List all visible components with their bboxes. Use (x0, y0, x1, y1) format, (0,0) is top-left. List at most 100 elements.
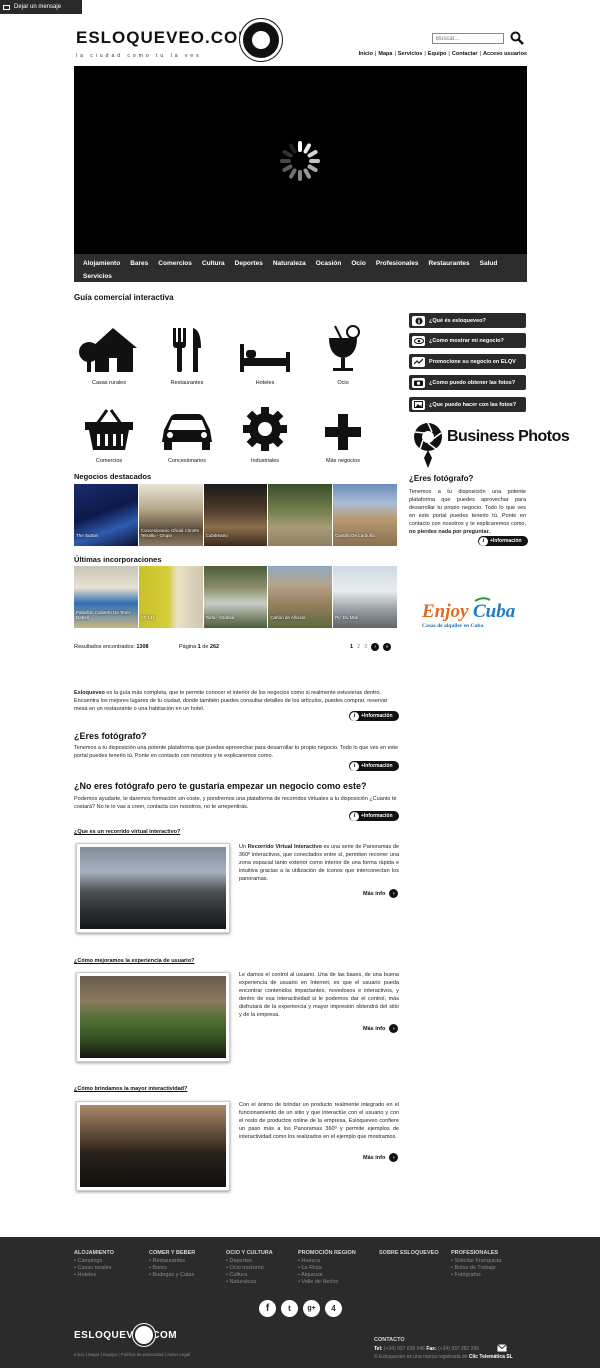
featured-item[interactable]: Castillo De Larbuña (333, 484, 397, 546)
footer-link[interactable]: • Cultura (226, 1272, 273, 1279)
feature-image[interactable] (76, 843, 230, 933)
sidebar-btn-mostrar-negocio[interactable]: ¿Como mostrar mi negocio? (409, 333, 526, 348)
photographer-text: Tenemos a tu disposición una potente pla… (74, 745, 399, 759)
footer-link[interactable]: • Deportes (226, 1258, 273, 1265)
latest-item[interactable]: Torla - Ordesa (203, 566, 268, 628)
feature-title[interactable]: ¿Cómo brindamos la mayor interactividad? (74, 1086, 187, 1092)
more-info-link[interactable]: Más info › (363, 1153, 399, 1162)
mail-icon[interactable] (497, 1344, 507, 1352)
latest-item[interactable]: Cañón de Añisclo (268, 566, 333, 628)
footer-link[interactable]: • Huesca (298, 1258, 356, 1265)
gear-icon (243, 407, 287, 451)
leave-message-tab[interactable]: Dejar un mensaje (0, 0, 82, 14)
cat-deportes[interactable]: Deportes (230, 257, 268, 270)
enjoy-cuba-banner[interactable]: Enjoy Cuba Casas de alquiler en Cuba (420, 595, 516, 635)
feature-title[interactable]: ¿Cómo mejoramos la experiencia de usuari… (74, 958, 194, 964)
guide-item-ocio[interactable]: Ocio (308, 318, 378, 386)
featured-item[interactable]: Concesionario Oficial Citroën Terrallo -… (138, 484, 203, 546)
guide-item-comercios[interactable]: Comercios (74, 396, 144, 464)
sidebar-btn-promocione[interactable]: Promocione su negocio en ELQV (409, 354, 526, 369)
page-1[interactable]: 1 (350, 644, 353, 650)
sidebar-btn-hacer-fotos[interactable]: ¿Que puedo hacer con las fotos? (409, 397, 526, 412)
more-info-link[interactable]: Más info › (363, 889, 399, 898)
sidebar-info-button[interactable]: i +Información (478, 536, 528, 546)
footer-link[interactable]: • Solicitar Franquicia (451, 1258, 501, 1265)
cat-comercios[interactable]: Comercios (153, 257, 197, 270)
footer-links[interactable]: Inicio | Mapa | Equipo | Política de pri… (74, 1352, 190, 1357)
latest-item[interactable]: Pic Du Midi (333, 566, 397, 628)
guide-item-restaurantes[interactable]: Restaurantes (152, 318, 222, 386)
nav-mapa[interactable]: Mapa (378, 51, 392, 57)
footer-link[interactable]: • Naturaleza (226, 1279, 273, 1286)
featured-item[interactable]: Cubitreatro (203, 484, 268, 546)
footer-link[interactable]: • Ocio nocturno (226, 1265, 273, 1272)
not-photographer-text: Podemos ayudarte, te daremos formación s… (74, 796, 397, 810)
cat-restaurantes[interactable]: Restaurantes (423, 257, 474, 270)
cat-profesionales[interactable]: Profesionales (371, 257, 424, 270)
feature-image[interactable] (76, 972, 230, 1062)
footer-link[interactable]: • Valle de Hecho (298, 1279, 356, 1286)
google-plus-icon[interactable]: g+ (303, 1300, 320, 1317)
footer-link[interactable]: • Restaurantes (149, 1258, 195, 1265)
feature-title[interactable]: ¿Que es un recorrido virtual interactivo… (74, 829, 180, 835)
next-page-icon[interactable]: › (371, 643, 380, 651)
featured-title: Negocios destacados (74, 472, 152, 481)
guide-item-casas-rurales[interactable]: Casas rurales (74, 318, 144, 386)
latest-item[interactable]: AT 141 (138, 566, 203, 628)
cat-bares[interactable]: Bares (125, 257, 153, 270)
guide-label: Comercios (95, 458, 123, 464)
eye-icon (412, 335, 425, 346)
nav-servicios[interactable]: Servicios (398, 51, 422, 57)
not-photographer-info-button[interactable]: i +Información (349, 811, 399, 821)
guide-item-mas-negocios[interactable]: Más negocios (308, 396, 378, 464)
footer-link[interactable]: • Bares (149, 1265, 195, 1272)
cutlery-icon (173, 328, 201, 372)
foursquare-icon[interactable]: 4 (325, 1300, 342, 1317)
cat-salud[interactable]: Salud (475, 257, 503, 270)
contact-title: CONTACTO (374, 1337, 405, 1343)
page-2[interactable]: 2 (357, 644, 360, 650)
sidebar-btn-que-es[interactable]: ¿Qué és esloqueveo? (409, 313, 526, 328)
footer-link[interactable]: • Hoteles (74, 1272, 114, 1279)
guide-item-hoteles[interactable]: Hoteles (230, 318, 300, 386)
guide-label: Más negocios (326, 458, 360, 464)
footer-link[interactable]: • Fotógrafos (451, 1272, 501, 1279)
twitter-icon[interactable]: t (281, 1300, 298, 1317)
cat-alojamiento[interactable]: Alojamiento (78, 257, 125, 270)
cat-cultura[interactable]: Cultura (197, 257, 230, 270)
cat-ocio[interactable]: Ocio (346, 257, 370, 270)
nav-equipo[interactable]: Equipo (428, 51, 447, 57)
info-icon: i (479, 536, 488, 546)
guide-item-industriales[interactable]: Industriales (230, 396, 300, 464)
page-3[interactable]: 3 (364, 644, 367, 650)
latest-item[interactable]: Pabellón Cubierto De Tenis Dabell (74, 566, 138, 628)
last-page-icon[interactable]: » (383, 643, 392, 651)
guide-item-concesionarios[interactable]: Concesionarios (152, 396, 222, 464)
cat-servicios[interactable]: Servicios (78, 270, 117, 283)
info-icon (412, 315, 425, 326)
nav-contactar[interactable]: Contactar (452, 51, 478, 57)
photographer-info-button[interactable]: i +Información (349, 761, 399, 771)
footer-logo[interactable]: ESLOQUEVEO.COM (74, 1330, 177, 1341)
nav-acceso-usuarios[interactable]: Acceso usuarios (483, 51, 527, 57)
featured-item[interactable] (268, 484, 333, 546)
footer-link[interactable]: • La Rioja (298, 1265, 356, 1272)
footer-col: Profesionales • Solicitar Franquicia • B… (451, 1250, 502, 1279)
cat-naturaleza[interactable]: Naturaleza (268, 257, 311, 270)
intro-info-button[interactable]: i +Información (349, 711, 399, 721)
more-info-link[interactable]: Más info › (363, 1024, 399, 1033)
footer-link[interactable]: • Campings (74, 1258, 114, 1265)
site-logo[interactable]: ESLOQUEVEO.COM la ciudad como tu la ves (76, 29, 253, 64)
facebook-icon[interactable]: f (259, 1300, 276, 1317)
nav-inicio[interactable]: Inicio (359, 51, 373, 57)
cat-ocasion[interactable]: Ocasión (311, 257, 347, 270)
search-input[interactable] (432, 33, 504, 44)
footer-link[interactable]: • Bodegas y Catas (149, 1272, 195, 1279)
search-icon[interactable] (510, 31, 524, 45)
footer-link[interactable]: • Alquezar (298, 1272, 356, 1279)
footer-link[interactable]: • Casas rurales (74, 1265, 114, 1272)
footer-link[interactable]: • Bolsa de Trabajo (451, 1265, 501, 1272)
feature-image[interactable] (76, 1101, 230, 1191)
featured-item[interactable]: The Sutton (74, 484, 138, 546)
sidebar-btn-obtener-fotos[interactable]: ¿Como puedo obtener las fotos? (409, 375, 526, 390)
